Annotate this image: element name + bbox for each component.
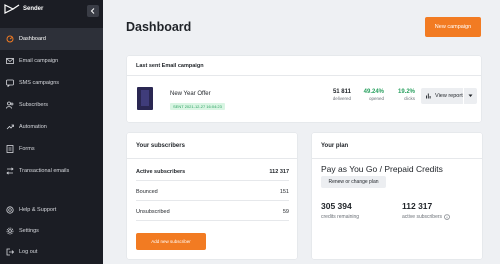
sidebar-item-transactional-emails[interactable]: Transactional emails (0, 160, 103, 182)
transactional-icon (6, 167, 14, 175)
active-subscribers-value: 112 317 (402, 201, 433, 211)
sidebar-nav: Dashboard Email campaign SMS campaigns S… (0, 28, 103, 182)
report-icon (426, 93, 431, 99)
gear-icon (6, 227, 14, 235)
campaign-thumbnail[interactable] (137, 87, 153, 110)
last-campaign-heading: Last sent Email campaign (127, 56, 481, 76)
users-icon (6, 101, 14, 109)
sms-icon (6, 79, 14, 87)
dashboard-icon (6, 35, 14, 43)
sidebar-item-label: Email campaign (19, 58, 59, 64)
row-value: 59 (282, 208, 289, 215)
sidebar-bottom-nav: Help & Support Settings Log out (0, 199, 103, 262)
row-value: 112 317 (269, 168, 289, 175)
sidebar-item-label: SMS campaigns (19, 80, 60, 86)
subscriber-row-active: Active subscribers 112 317 (136, 163, 289, 181)
mail-icon (6, 57, 14, 65)
sidebar-item-label: Automation (19, 124, 47, 130)
sidebar-item-label: Transactional emails (19, 168, 70, 174)
view-report-label: View report (435, 93, 463, 99)
automation-icon (6, 123, 14, 131)
row-label: Unsubscribed (136, 208, 170, 215)
stat-opened: 49.24% opened (356, 89, 384, 101)
stat-label: opened (368, 96, 384, 101)
new-campaign-button[interactable]: New campaign (425, 17, 481, 37)
help-icon (6, 205, 14, 214)
subscriber-row-bounced: Bounced 151 (136, 183, 289, 201)
credits-remaining-label: credits remaining (321, 214, 360, 220)
stat-label: clicks (404, 96, 415, 101)
stat-value: 51 811 (332, 89, 351, 95)
last-campaign-card: Last sent Email campaign New Year Offer … (127, 56, 481, 122)
sender-logo-icon (4, 4, 20, 14)
page-title: Dashboard (126, 20, 192, 34)
renew-plan-button[interactable]: Renew or change plan (321, 176, 386, 188)
row-label: Active subscribers (136, 168, 186, 175)
chevron-down-icon (468, 94, 473, 97)
add-subscriber-button[interactable]: Add new subscriber (136, 233, 206, 250)
sidebar-item-label: Forms (19, 146, 35, 152)
sidebar-item-automation[interactable]: Automation (0, 116, 103, 138)
sent-status-badge: SENT 2021-12-27 16:04:23 (170, 103, 225, 110)
forms-icon (6, 145, 14, 153)
sidebar: Sender Dashboard Email campaign SMS camp… (0, 0, 103, 264)
row-label: Bounced (136, 188, 158, 195)
sidebar-item-label: Log out (19, 248, 38, 255)
logo[interactable]: Sender (4, 4, 43, 14)
main-content: Dashboard New campaign Last sent Email c… (103, 0, 500, 264)
stat-label: delivered (332, 96, 351, 101)
subscribers-heading: Your subscribers (127, 133, 297, 159)
stat-clicks: 19.2% clicks (388, 89, 415, 101)
plan-heading: Your plan (312, 133, 482, 159)
app-name: Sender (23, 6, 44, 12)
campaign-name[interactable]: New Year Offer (170, 91, 211, 97)
sidebar-item-label: Dashboard (19, 36, 46, 42)
sidebar-item-subscribers[interactable]: Subscribers (0, 94, 103, 116)
sidebar-item-dashboard[interactable]: Dashboard (0, 28, 103, 50)
info-icon[interactable] (444, 214, 450, 220)
sidebar-item-label: Subscribers (19, 102, 49, 108)
plan-card: Your plan Pay as You Go / Prepaid Credit… (312, 133, 482, 259)
sidebar-item-label: Settings (19, 227, 39, 234)
stat-delivered: 51 811 delivered (325, 89, 351, 101)
sidebar-item-email-campaign[interactable]: Email campaign (0, 50, 103, 72)
active-subscribers-text: active subscribers (402, 214, 443, 220)
report-dropdown-toggle[interactable] (463, 88, 477, 104)
plan-name: Pay as You Go / Prepaid Credits (321, 164, 443, 174)
sidebar-item-label: Help & Support (19, 206, 57, 213)
sidebar-item-log-out[interactable]: Log out (0, 241, 103, 262)
sidebar-item-sms-campaigns[interactable]: SMS campaigns (0, 72, 103, 94)
active-subscribers-label: active subscribers (402, 214, 450, 220)
collapse-sidebar-button[interactable] (87, 5, 99, 17)
logout-icon (6, 248, 14, 256)
stat-value: 19.2% (397, 89, 415, 95)
view-report-button[interactable]: View report (421, 88, 477, 104)
sidebar-item-help-support[interactable]: Help & Support (0, 199, 103, 220)
subscriber-row-unsubscribed: Unsubscribed 59 (136, 203, 289, 221)
row-value: 151 (279, 188, 289, 195)
sidebar-item-settings[interactable]: Settings (0, 220, 103, 241)
credits-remaining-value: 305 394 (321, 201, 352, 211)
sidebar-item-forms[interactable]: Forms (0, 138, 103, 160)
chevron-left-icon (90, 8, 95, 14)
stat-value: 49.24% (363, 89, 384, 95)
subscribers-card: Your subscribers Active subscribers 112 … (127, 133, 297, 259)
